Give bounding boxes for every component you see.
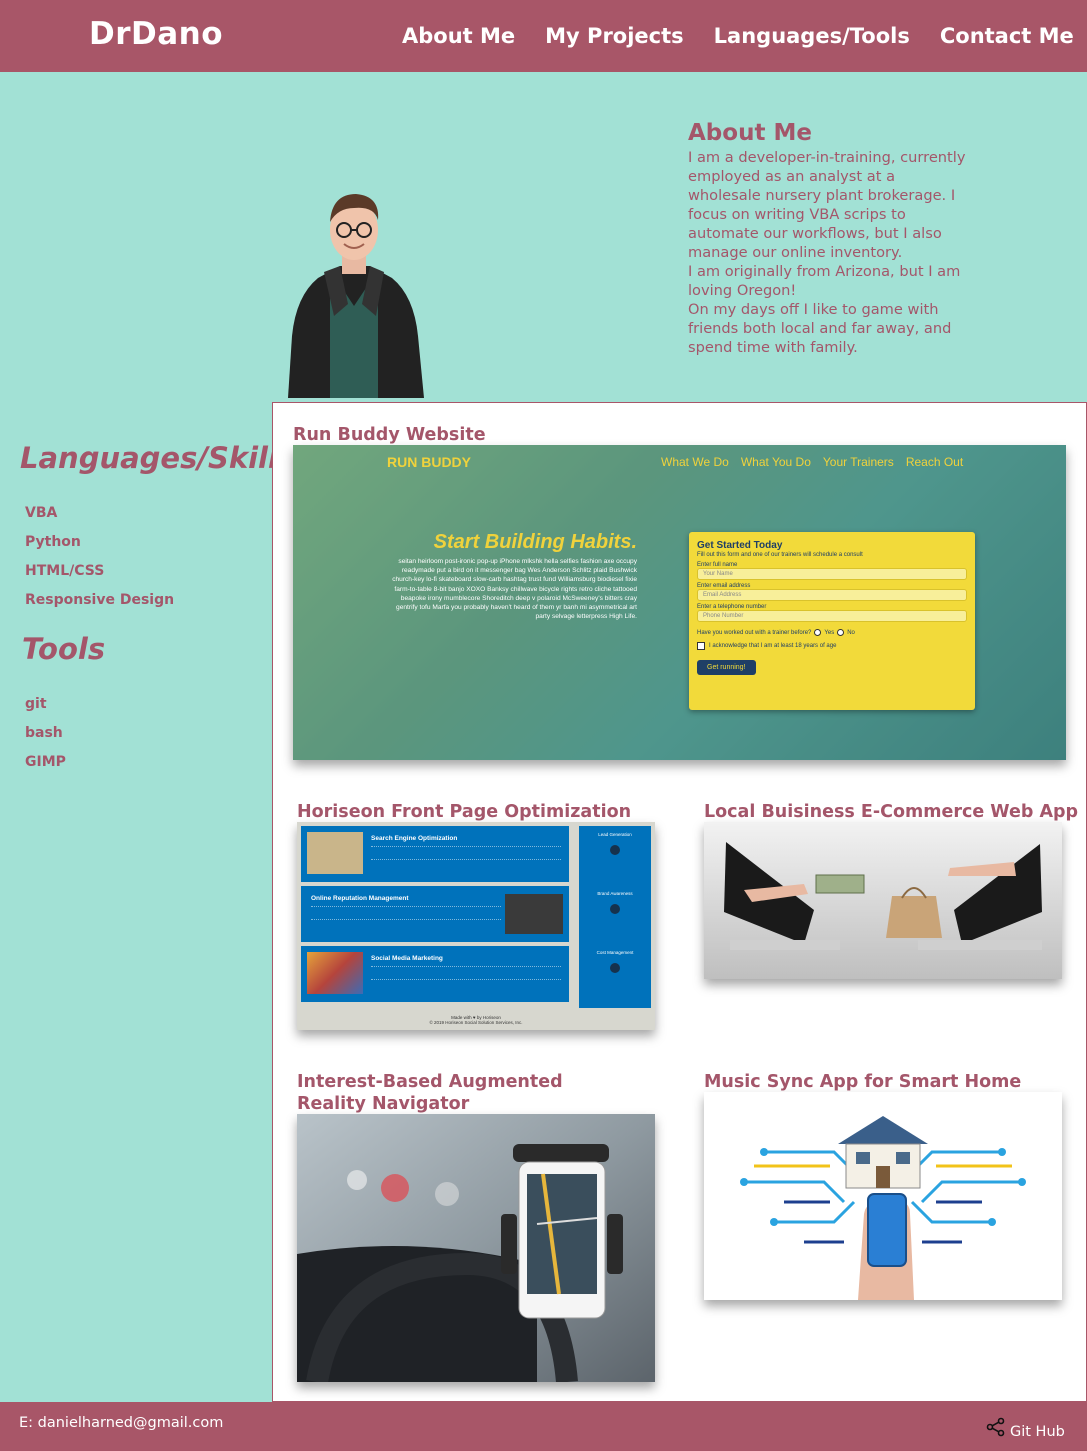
github-link[interactable]: Git Hub	[986, 1417, 1065, 1440]
share-icon	[986, 1417, 1005, 1437]
run-buddy-nav-item: Reach Out	[905, 455, 964, 469]
horiseon-section: Search Engine Optimization	[301, 826, 569, 882]
run-buddy-hero-text: seitan heirloom post-ironic pop-up iPhon…	[392, 558, 637, 621]
skill-item: Python	[25, 534, 81, 550]
tool-item: git	[25, 696, 47, 712]
horiseon-aside-title: Lead Generation	[598, 832, 632, 837]
run-buddy-hero-title: Start Building Habits.	[433, 531, 637, 553]
nav-contact-me[interactable]: Contact Me	[940, 24, 1074, 48]
horiseon-aside-title: Brand Awareness	[597, 891, 633, 896]
horiseon-section: Online Reputation Management	[301, 886, 569, 942]
main-nav: About Me My Projects Languages/Tools Con…	[402, 24, 1074, 48]
tool-item: GIMP	[25, 754, 66, 770]
run-buddy-question-row: Have you worked out with a trainer befor…	[697, 629, 967, 636]
project-title-ar-navigator[interactable]: Interest-Based Augmented Reality Navigat…	[297, 1071, 627, 1115]
about-paragraph: I am a developer-in-training, currently …	[688, 149, 966, 261]
radio-no-label: No	[847, 629, 855, 636]
run-buddy-form-title: Get Started Today	[697, 540, 783, 551]
github-label: Git Hub	[1010, 1424, 1065, 1440]
run-buddy-form: Get Started Today Fill out this form and…	[689, 532, 975, 710]
horiseon-section-body	[311, 906, 501, 920]
horiseon-aside: Lead Generation Brand Awareness Cost Man…	[579, 826, 651, 1008]
site-footer: E: danielharned@gmail.com Git Hub	[0, 1402, 1087, 1451]
run-buddy-question: Have you worked out with a trainer befor…	[697, 629, 812, 636]
about-title: About Me	[688, 120, 812, 146]
horiseon-copyright: © 2019 Horiseon Social Solution Services…	[429, 1020, 523, 1025]
tools-list: git bash GIMP	[25, 694, 66, 781]
horiseon-footer: Made with ♥ by Horiseon © 2019 Horiseon …	[297, 1015, 655, 1025]
about-text: I am a developer-in-training, currently …	[688, 148, 970, 357]
skills-title: Languages/Skills	[20, 441, 296, 475]
horiseon-screenshot[interactable]: Search Engine Optimization Online Reputa…	[297, 822, 655, 1030]
lightbulb-icon	[610, 845, 620, 855]
profile-photo	[288, 194, 424, 398]
horiseon-section-title: Social Media Marketing	[371, 955, 443, 962]
project-title-run-buddy[interactable]: Run Buddy Website	[293, 424, 486, 446]
horiseon-section-image	[505, 894, 563, 934]
horiseon-section-title: Search Engine Optimization	[371, 835, 458, 842]
project-title-horiseon[interactable]: Horiseon Front Page Optimization	[297, 801, 631, 823]
ack-checkbox[interactable]	[697, 642, 705, 650]
about-paragraph: I am originally from Arizona, but I am l…	[688, 263, 961, 299]
footer-email[interactable]: E: danielharned@gmail.com	[19, 1415, 223, 1431]
radio-yes[interactable]	[814, 629, 822, 636]
run-buddy-nav-item: What We Do	[661, 455, 729, 469]
run-buddy-nav-item: What You Do	[740, 455, 811, 469]
site-header: DrDano About Me My Projects Languages/To…	[0, 0, 1087, 72]
project-title-ecommerce[interactable]: Local Buisiness E-Commerce Web App	[704, 801, 1078, 823]
tool-item: bash	[25, 725, 63, 741]
run-buddy-nav: What We Do What You Do Your Trainers Rea…	[661, 455, 963, 469]
run-buddy-nav-item: Your Trainers	[822, 455, 894, 469]
skill-item: Responsive Design	[25, 592, 175, 608]
run-buddy-form-subtitle: Fill out this form and one of our traine…	[697, 552, 863, 558]
nav-my-projects[interactable]: My Projects	[545, 24, 684, 48]
skill-item: HTML/CSS	[25, 563, 105, 579]
skill-item: VBA	[25, 505, 58, 521]
music-sync-image[interactable]	[704, 1092, 1062, 1300]
radio-no[interactable]	[837, 629, 845, 636]
horiseon-section-image	[307, 832, 363, 874]
projects-panel: Run Buddy Website RUN BUDDY What We Do W…	[272, 402, 1087, 1402]
horiseon-section-body	[371, 846, 561, 860]
nav-languages-tools[interactable]: Languages/Tools	[714, 24, 910, 48]
ar-navigator-image[interactable]	[297, 1114, 655, 1382]
horiseon-section-title: Online Reputation Management	[311, 895, 409, 902]
about-paragraph: On my days off I like to game with frien…	[688, 301, 952, 356]
nav-about-me[interactable]: About Me	[402, 24, 515, 48]
broadcast-icon	[610, 904, 620, 914]
run-buddy-name-input[interactable]: Your Name	[697, 568, 967, 580]
ecommerce-image[interactable]	[704, 822, 1062, 979]
run-buddy-logo: RUN BUDDY	[387, 454, 471, 470]
radio-yes-label: Yes	[824, 629, 835, 636]
run-buddy-email-input[interactable]: Email Address	[697, 589, 967, 601]
run-buddy-ack-row: I acknowledge that I am at least 18 year…	[697, 642, 967, 650]
run-buddy-phone-input[interactable]: Phone Number	[697, 610, 967, 622]
money-icon	[610, 963, 620, 973]
horiseon-section-image	[307, 952, 363, 994]
brand-logo[interactable]: DrDano	[89, 16, 223, 52]
horiseon-section: Social Media Marketing	[301, 946, 569, 1002]
project-title-music-sync[interactable]: Music Sync App for Smart Home	[704, 1071, 1021, 1093]
horiseon-section-body	[371, 966, 561, 980]
run-buddy-screenshot[interactable]: RUN BUDDY What We Do What You Do Your Tr…	[293, 445, 1066, 760]
horiseon-aside-title: Cost Management	[596, 950, 634, 955]
run-buddy-cta-button[interactable]: Get running!	[697, 660, 756, 675]
run-buddy-ack: I acknowledge that I am at least 18 year…	[709, 643, 837, 649]
skills-list: VBA Python HTML/CSS Responsive Design	[25, 503, 174, 619]
tools-title: Tools	[22, 632, 106, 666]
